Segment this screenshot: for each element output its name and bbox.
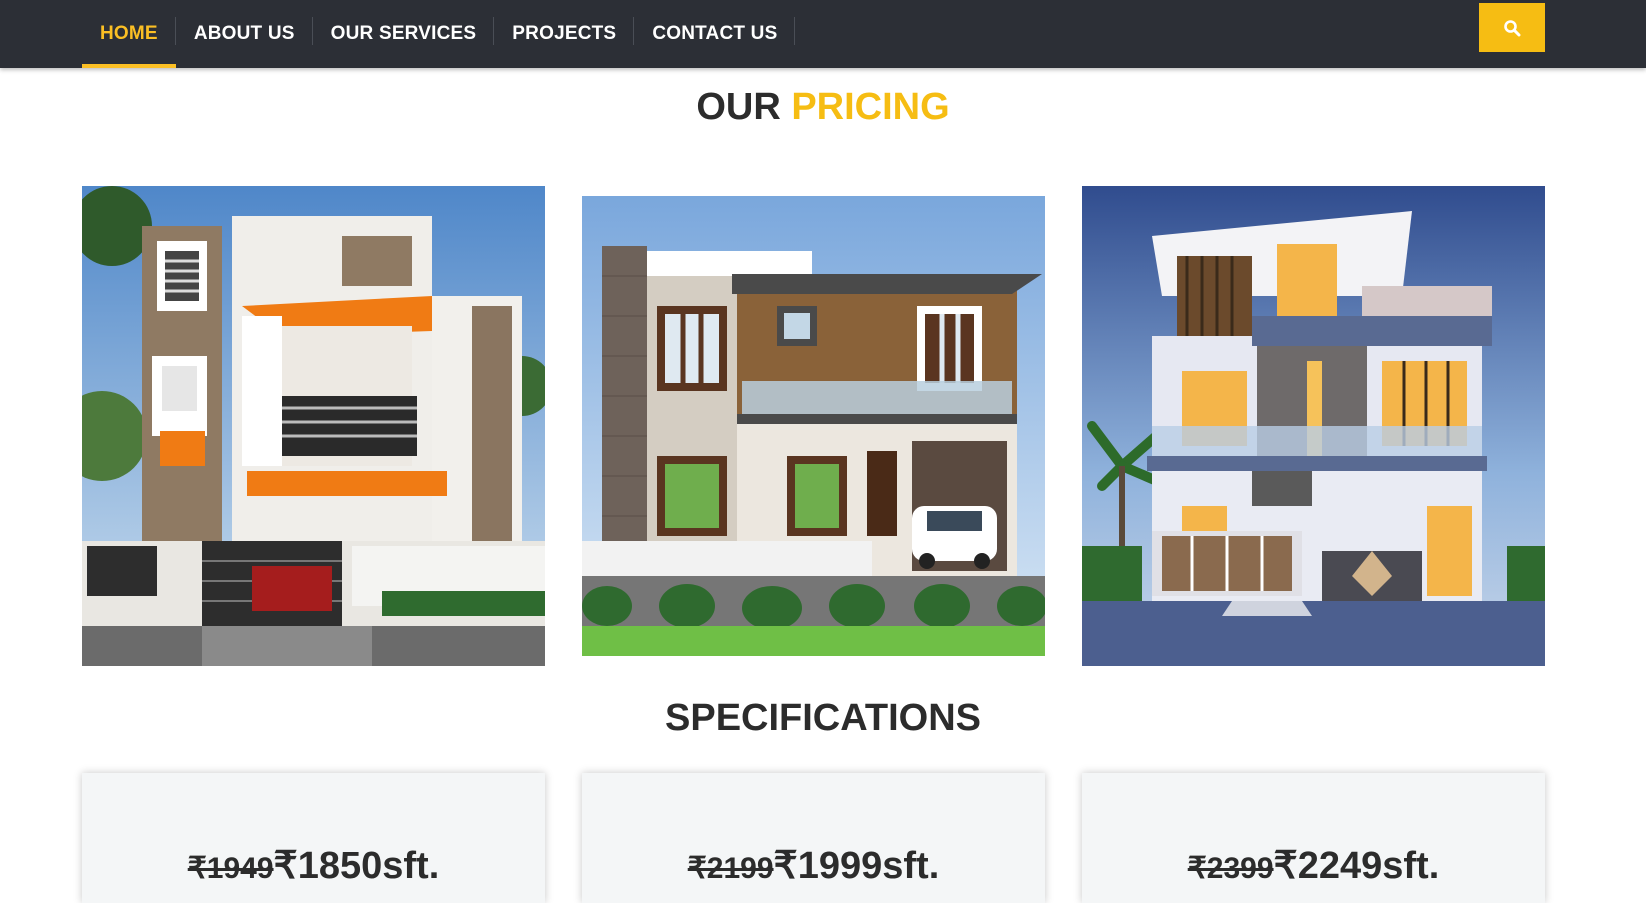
new-price: ₹1850sft. (273, 845, 440, 887)
pricing-title-part2: PRICING (791, 86, 950, 128)
pricing-title-part1: OUR (696, 86, 781, 128)
old-price: ₹2399 (1187, 852, 1274, 885)
pricing-title: OUR PRICING (0, 86, 1646, 129)
nav-item-our-services[interactable]: OUR SERVICES (313, 0, 495, 68)
nav-item-label: ABOUT US (193, 23, 295, 44)
nav-item-about-us[interactable]: ABOUT US (176, 0, 313, 68)
new-price: ₹2249sft. (1273, 845, 1440, 887)
old-price: ₹1949 (187, 852, 274, 885)
nav-item-label: OUR SERVICES (330, 23, 477, 44)
new-price: ₹1999sft. (773, 845, 940, 887)
nav-item-home[interactable]: HOME (82, 0, 176, 68)
price-line: ₹2199₹1999sft. (582, 843, 1045, 888)
nav-item-projects[interactable]: PROJECTS (494, 0, 635, 68)
house-image-2 (582, 186, 1045, 666)
price-line: ₹1949₹1850sft. (82, 843, 545, 888)
nav-item-contact-us[interactable]: CONTACT US (634, 0, 796, 68)
nav-item-label: CONTACT US (652, 23, 778, 44)
pricing-card-2: ₹2199₹1999sft. (582, 773, 1045, 903)
active-underline (82, 64, 176, 68)
house-image-1 (82, 186, 545, 666)
nav-item-label: PROJECTS (512, 23, 617, 44)
top-navbar: HOME ABOUT US OUR SERVICES PROJECTS CONT… (0, 0, 1646, 68)
nav-menu: HOME ABOUT US OUR SERVICES PROJECTS CONT… (82, 0, 796, 68)
nav-item-label: HOME (100, 23, 158, 44)
old-price: ₹2199 (687, 852, 774, 885)
pricing-card-1: ₹1949₹1850sft. (82, 773, 545, 903)
price-line: ₹2399₹2249sft. (1082, 843, 1545, 888)
specifications-title: SPECIFICATIONS (665, 697, 981, 739)
search-icon (1504, 19, 1521, 36)
house-image-3 (1082, 186, 1545, 666)
pricing-card-3: ₹2399₹2249sft. (1082, 773, 1545, 903)
search-button[interactable] (1479, 3, 1545, 52)
